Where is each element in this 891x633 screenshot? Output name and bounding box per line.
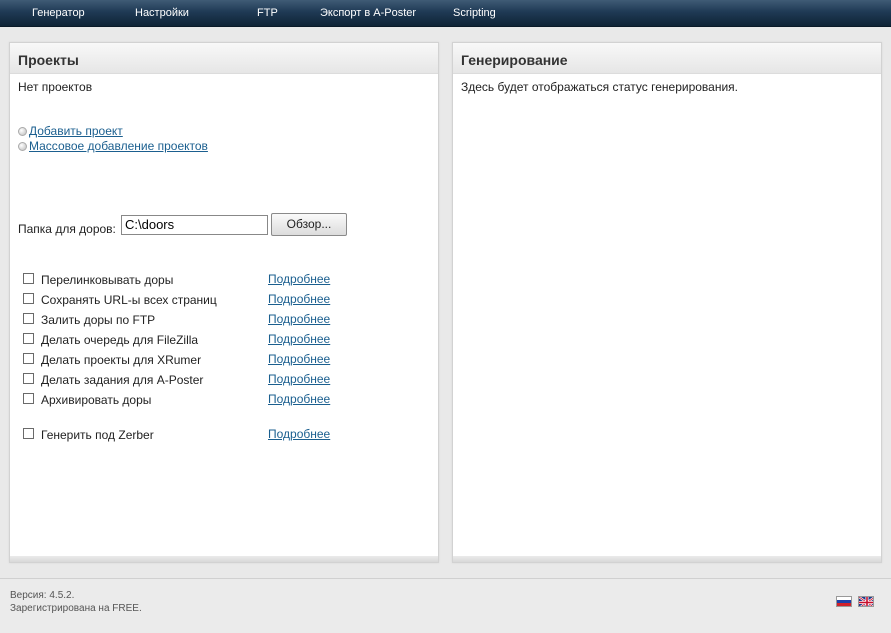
option-label: Генерить под Zerber [41,428,154,442]
folder-path-input[interactable] [121,215,268,235]
more-link[interactable]: Подробнее [268,272,330,286]
footer: Версия: 4.5.2. Зарегистрирована на FREE. [0,578,891,633]
generation-status-text: Здесь будет отображаться статус генериро… [461,80,739,94]
generation-panel-title: Генерирование [461,52,568,68]
nav-item-generator[interactable]: Генератор [32,7,85,19]
more-link[interactable]: Подробнее [268,332,330,346]
generation-panel-footer [453,556,881,562]
registration-text: Зарегистрирована на FREE. [10,603,142,614]
projects-panel-footer [10,556,438,562]
version-text: Версия: 4.5.2. [10,590,75,601]
folder-label: Папка для доров: [18,222,116,236]
checkbox-archive-doors[interactable] [23,393,34,404]
checkbox-filezilla-queue[interactable] [23,333,34,344]
nav-item-settings[interactable]: Настройки [135,7,189,19]
projects-panel: Проекты Нет проектов Добавить проект Мас… [9,42,439,563]
bulk-add-projects-link[interactable]: Массовое добавление проектов [29,139,208,153]
add-project-link[interactable]: Добавить проект [29,124,123,138]
option-label: Делать проекты для XRumer [41,353,202,367]
more-link[interactable]: Подробнее [268,427,330,441]
nav-item-ftp[interactable]: FTP [257,7,278,19]
browse-button[interactable]: Обзор... [271,213,347,236]
top-nav: Генератор Настройки FTP Экспорт в A-Post… [0,0,891,27]
option-label: Делать очередь для FileZilla [41,333,199,347]
more-link[interactable]: Подробнее [268,312,330,326]
no-projects-text: Нет проектов [18,80,93,94]
checkbox-zerber[interactable] [23,428,34,439]
checkbox-ftp-upload[interactable] [23,313,34,324]
nav-item-scripting[interactable]: Scripting [453,7,496,19]
bullet-icon [18,127,27,136]
option-label: Делать задания для A-Poster [41,373,204,387]
checkbox-save-urls[interactable] [23,293,34,304]
generation-panel: Генерирование Здесь будет отображаться с… [452,42,882,563]
option-label: Архивировать доры [41,393,152,407]
more-link[interactable]: Подробнее [268,292,330,306]
english-flag-icon[interactable] [858,596,874,607]
option-label: Залить доры по FTP [41,313,156,327]
option-label: Сохранять URL-ы всех страниц [41,293,217,307]
bullet-icon [18,142,27,151]
more-link[interactable]: Подробнее [268,352,330,366]
generation-panel-header: Генерирование [453,43,881,74]
option-label: Перелинковывать доры [41,273,174,287]
checkbox-xrumer-projects[interactable] [23,353,34,364]
projects-panel-title: Проекты [18,52,79,68]
projects-panel-header: Проекты [10,43,438,74]
more-link[interactable]: Подробнее [268,372,330,386]
nav-item-export-aposter[interactable]: Экспорт в A-Poster [320,7,416,19]
checkbox-aposter-tasks[interactable] [23,373,34,384]
more-link[interactable]: Подробнее [268,392,330,406]
checkbox-interlink[interactable] [23,273,34,284]
russian-flag-icon[interactable] [836,596,852,607]
